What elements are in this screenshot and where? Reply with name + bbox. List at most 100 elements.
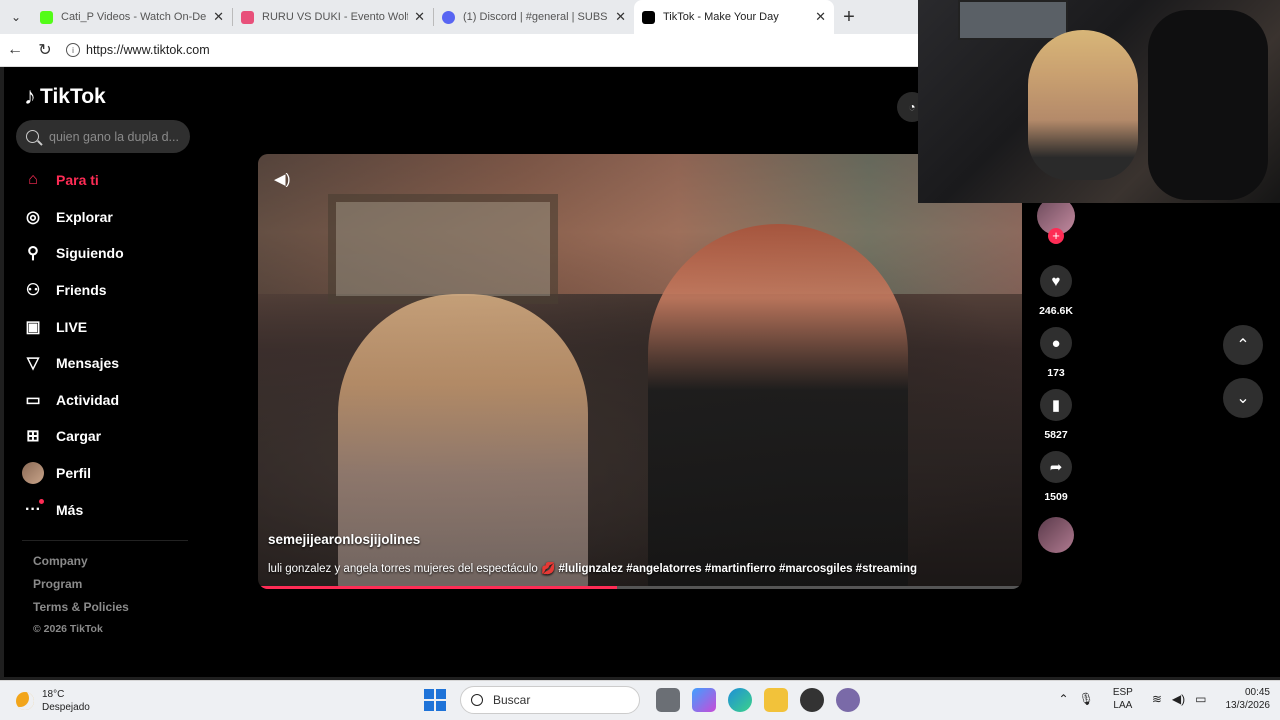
tab-discord[interactable]: (1) Discord | #general | SUBS FIELE ✕ bbox=[434, 0, 634, 34]
nav-label: Más bbox=[56, 501, 84, 518]
action-bar: + ♥ 246.6K ● 173 ▮ 5827 ➦ 1509 bbox=[1034, 197, 1078, 553]
language-indicator[interactable]: ESP LAA bbox=[1113, 686, 1133, 712]
new-tab-button[interactable]: + bbox=[834, 6, 864, 29]
progress-fill bbox=[258, 586, 618, 589]
tab-title: RURU VS DUKI - Evento Wolf & D bbox=[262, 11, 409, 23]
file-explorer-icon[interactable] bbox=[764, 688, 788, 712]
webcam-overlay bbox=[918, 0, 1280, 203]
messages-icon: ▽ bbox=[26, 355, 40, 373]
notification-dot bbox=[39, 498, 44, 504]
close-tab-icon[interactable]: ✕ bbox=[815, 9, 826, 25]
tab-tiktok[interactable]: TikTok - Make Your Day ✕ bbox=[634, 0, 834, 34]
volume-icon[interactable]: ◀) bbox=[274, 170, 291, 188]
tab-title: (1) Discord | #general | SUBS FIELE bbox=[463, 11, 609, 23]
search-placeholder: quien gano la dupla d... bbox=[49, 129, 179, 144]
close-tab-icon[interactable]: ✕ bbox=[414, 9, 425, 25]
temperature: 18°C bbox=[42, 689, 65, 700]
tab-list-button[interactable]: ⌄ bbox=[0, 0, 32, 34]
windows-start-icon[interactable] bbox=[424, 689, 446, 711]
music-disc[interactable] bbox=[1038, 517, 1074, 553]
footer-link-program[interactable]: Program bbox=[33, 577, 129, 600]
battery-icon[interactable]: ▭ bbox=[1195, 692, 1206, 706]
video-description: luli gonzalez y angela torres mujeres de… bbox=[268, 561, 917, 575]
tab-kick[interactable]: Cati_P Videos - Watch On-Deman ✕ bbox=[32, 0, 232, 34]
description-text: luli gonzalez y angela torres mujeres de… bbox=[268, 563, 556, 575]
microphone-icon[interactable]: 🎙 bbox=[1079, 692, 1094, 706]
copyright: © 2026 TikTok bbox=[33, 623, 103, 635]
chevron-down-icon[interactable]: ⌄ bbox=[1223, 378, 1263, 418]
taskbar-apps: Buscar bbox=[424, 686, 866, 714]
nav-label: Friends bbox=[56, 282, 107, 299]
search-input[interactable]: quien gano la dupla d... bbox=[16, 120, 190, 153]
sidebar-item-perfil[interactable]: Perfil bbox=[22, 455, 124, 492]
weather-widget[interactable]: 18°C Despejado bbox=[16, 688, 90, 714]
sidebar-item-cargar[interactable]: ⊞ Cargar bbox=[22, 418, 124, 455]
home-icon: ⌂ bbox=[28, 171, 38, 189]
tab-youtube[interactable]: RURU VS DUKI - Evento Wolf & D ✕ bbox=[233, 0, 433, 34]
copilot-icon[interactable] bbox=[692, 688, 716, 712]
more-icon: ··· bbox=[22, 498, 44, 521]
sidebar-item-mas[interactable]: ··· Más bbox=[22, 491, 124, 528]
friends-icon: ⚇ bbox=[25, 282, 41, 300]
sidebar-item-para-ti[interactable]: ⌂ Para ti bbox=[22, 162, 124, 199]
url-text: https://www.tiktok.com bbox=[86, 43, 210, 57]
nav-label: Cargar bbox=[56, 428, 102, 445]
taskbar-search[interactable]: Buscar bbox=[460, 686, 640, 714]
comment-icon[interactable]: ● bbox=[1040, 327, 1072, 359]
site-info-icon[interactable]: i bbox=[66, 43, 80, 57]
chevron-up-icon[interactable]: ⌃ bbox=[1059, 692, 1069, 706]
lang-layout: LAA bbox=[1113, 700, 1133, 711]
tiktok-note-icon: ♪ bbox=[24, 83, 36, 110]
search-icon bbox=[471, 694, 483, 706]
tab-title: TikTok - Make Your Day bbox=[663, 11, 779, 23]
like-icon[interactable]: ♥ bbox=[1040, 265, 1072, 297]
obs-icon[interactable] bbox=[800, 688, 824, 712]
close-tab-icon[interactable]: ✕ bbox=[213, 9, 224, 25]
video-username[interactable]: semejijearonlosjijolines bbox=[268, 532, 420, 547]
sidebar-item-siguiendo[interactable]: ⚲ Siguiendo bbox=[22, 235, 124, 272]
time: 00:45 bbox=[1244, 687, 1270, 698]
edge-icon[interactable] bbox=[728, 688, 752, 712]
following-icon: ⚲ bbox=[27, 245, 39, 263]
back-icon[interactable]: ← bbox=[0, 41, 30, 59]
search-icon bbox=[26, 130, 39, 143]
sidebar-item-mensajes[interactable]: ▽ Mensajes bbox=[22, 345, 124, 382]
chevron-up-icon[interactable]: ⌃ bbox=[1223, 325, 1263, 365]
hashtags[interactable]: #lulignzalez #angelatorres #martinfierro… bbox=[558, 563, 917, 575]
share-icon[interactable]: ➦ bbox=[1040, 451, 1072, 483]
wifi-icon[interactable]: ≋ bbox=[1152, 692, 1162, 706]
avatar bbox=[22, 462, 44, 485]
logo-text: TikTok bbox=[40, 85, 106, 108]
footer-link-terms[interactable]: Terms & Policies bbox=[33, 600, 129, 623]
follow-plus-icon[interactable]: + bbox=[1048, 228, 1064, 244]
kick-favicon-icon bbox=[40, 10, 53, 24]
tab-bar: ⌄ Cati_P Videos - Watch On-Deman ✕ RURU … bbox=[0, 0, 920, 34]
nav-label: LIVE bbox=[56, 318, 88, 335]
footer-links: Company Program Terms & Policies © 2026 … bbox=[33, 554, 129, 646]
url-field[interactable]: i https://www.tiktok.com bbox=[66, 43, 210, 57]
nav-label: Mensajes bbox=[56, 355, 120, 372]
discord-favicon-icon bbox=[442, 10, 455, 24]
moon-icon bbox=[16, 692, 34, 710]
reload-icon[interactable]: ↻ bbox=[30, 40, 60, 60]
bookmark-icon[interactable]: ▮ bbox=[1040, 389, 1072, 421]
sidebar-item-live[interactable]: ▣ LIVE bbox=[22, 308, 124, 345]
sidebar-item-actividad[interactable]: ▭ Actividad bbox=[22, 382, 124, 419]
tiktok-logo[interactable]: ♪ TikTok bbox=[24, 83, 106, 111]
sidebar-item-explorar[interactable]: ◎ Explorar bbox=[22, 199, 124, 236]
task-view-icon[interactable] bbox=[656, 688, 680, 712]
sidebar-item-friends[interactable]: ⚇ Friends bbox=[22, 272, 124, 309]
address-bar: ← ↻ i https://www.tiktok.com bbox=[0, 34, 920, 67]
weather-condition: Despejado bbox=[42, 702, 90, 713]
close-tab-icon[interactable]: ✕ bbox=[615, 9, 626, 25]
app-icon[interactable] bbox=[836, 688, 860, 712]
nav-label: Explorar bbox=[56, 208, 113, 225]
video-player[interactable]: ◀) semejijearonlosjijolines luli gonzale… bbox=[258, 154, 1022, 589]
tab-title: Cati_P Videos - Watch On-Deman bbox=[61, 11, 207, 23]
footer-link-company[interactable]: Company bbox=[33, 554, 129, 577]
date: 13/3/2026 bbox=[1225, 700, 1271, 711]
volume-icon[interactable]: ◀) bbox=[1172, 692, 1185, 706]
clock[interactable]: 00:45 13/3/2026 bbox=[1226, 686, 1271, 712]
system-tray: ⌃ 🎙 ESP LAA ≋ ◀) ▭ 00:45 13/3/2026 bbox=[1054, 686, 1270, 712]
upload-icon: ⊞ bbox=[26, 428, 40, 446]
